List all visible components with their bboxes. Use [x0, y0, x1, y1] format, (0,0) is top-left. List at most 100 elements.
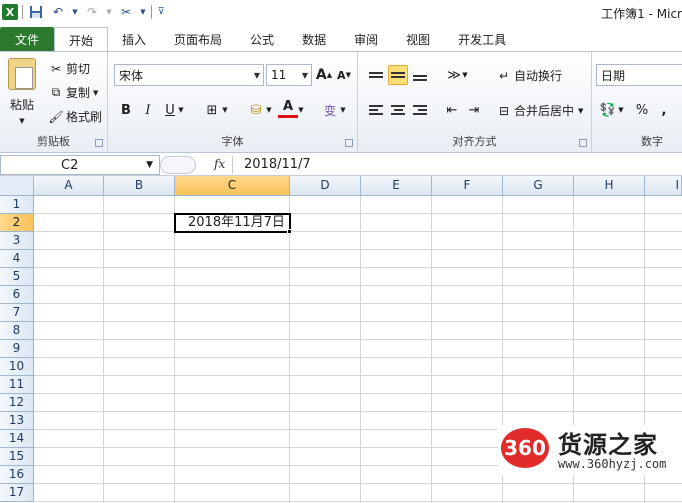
font-size-select[interactable]: 11 ▼ [266, 64, 312, 86]
orientation-dropdown-icon[interactable]: ▼ [460, 65, 470, 85]
redo-icon[interactable]: ↷ [83, 3, 101, 21]
column-header-g[interactable]: G [503, 176, 574, 196]
borders-icon[interactable]: ⊞ [202, 100, 222, 120]
number-format-value: 日期 [601, 68, 626, 83]
row-header-15[interactable]: 15 [0, 448, 34, 466]
align-right-button[interactable] [410, 100, 430, 120]
tools-dropdown-icon[interactable]: ▼ [139, 3, 147, 21]
name-box-value: C2 [61, 157, 79, 173]
row-header-11[interactable]: 11 [0, 376, 34, 394]
row-header-16[interactable]: 16 [0, 466, 34, 484]
customize-qat-icon[interactable]: ⊽ [156, 3, 166, 21]
row-header-4[interactable]: 4 [0, 250, 34, 268]
row-header-7[interactable]: 7 [0, 304, 34, 322]
tab-view[interactable]: 视图 [392, 27, 444, 51]
column-header-a[interactable]: A [34, 176, 104, 196]
row-header-9[interactable]: 9 [0, 340, 34, 358]
font-name-select[interactable]: 宋体 ▼ [114, 64, 264, 86]
tab-review[interactable]: 审阅 [340, 27, 392, 51]
column-header-e[interactable]: E [361, 176, 432, 196]
tab-page-layout[interactable]: 页面布局 [160, 27, 236, 51]
tab-developer[interactable]: 开发工具 [444, 27, 520, 51]
row-header-14[interactable]: 14 [0, 430, 34, 448]
column-header-c[interactable]: C [175, 176, 290, 196]
select-all-corner[interactable] [0, 176, 34, 196]
tab-formulas[interactable]: 公式 [236, 27, 288, 51]
font-color-dropdown-icon[interactable]: ▼ [296, 100, 306, 120]
bold-button[interactable]: B [116, 100, 136, 120]
phonetic-dropdown-icon[interactable]: ▼ [338, 100, 348, 120]
row-header-3[interactable]: 3 [0, 232, 34, 250]
tab-file[interactable]: 文件 [0, 27, 54, 51]
align-center-button[interactable] [388, 100, 408, 120]
merge-center-dropdown-icon[interactable]: ▼ [578, 107, 583, 115]
increase-indent-icon[interactable]: ⇥ [464, 100, 484, 120]
copy-button[interactable]: ⧉ 复制 ▼ [48, 84, 99, 101]
name-box[interactable]: C2 ▼ [0, 155, 160, 175]
row-header-6[interactable]: 6 [0, 286, 34, 304]
alignment-launcher-icon[interactable] [579, 139, 587, 147]
underline-dropdown-icon[interactable]: ▼ [176, 100, 186, 120]
column-header-f[interactable]: F [432, 176, 503, 196]
shrink-font-button[interactable]: A ▼ [334, 65, 354, 85]
row-header-5[interactable]: 5 [0, 268, 34, 286]
formula-bar-splitter[interactable] [160, 156, 196, 174]
paste-button[interactable]: 粘贴 ▼ [8, 58, 36, 125]
qat-separator-2 [151, 5, 152, 19]
ribbon: 粘贴 ▼ ✂ 剪切 ⧉ 复制 ▼ 🖌 格式刷 剪贴板 宋体 ▼ 11 ▼ A▲ [0, 51, 682, 153]
decrease-indent-icon[interactable]: ⇤ [442, 100, 462, 120]
row-header-2[interactable]: 2 [0, 214, 34, 232]
gridline [174, 196, 175, 503]
undo-dropdown-icon[interactable]: ▼ [71, 3, 79, 21]
tools-icon[interactable]: ✂ [117, 3, 135, 21]
column-header-h[interactable]: H [574, 176, 645, 196]
copy-icon: ⧉ [51, 85, 61, 99]
align-bottom-button[interactable] [410, 65, 430, 85]
tab-data[interactable]: 数据 [288, 27, 340, 51]
row-header-10[interactable]: 10 [0, 358, 34, 376]
watermark: 360 货源之家 www.360hyzj.com [498, 425, 682, 475]
wrap-text-button[interactable]: ↵ 自动换行 [496, 67, 562, 84]
grow-font-button[interactable]: A ▲ [314, 65, 334, 85]
clipboard-launcher-icon[interactable] [95, 139, 103, 147]
align-top-button[interactable] [366, 65, 386, 85]
tab-home[interactable]: 开始 [54, 27, 109, 52]
row-header-13[interactable]: 13 [0, 412, 34, 430]
copy-dropdown-icon[interactable]: ▼ [93, 89, 98, 97]
column-header-b[interactable]: B [104, 176, 175, 196]
clipboard-group: 粘贴 ▼ ✂ 剪切 ⧉ 复制 ▼ 🖌 格式刷 剪贴板 [0, 52, 108, 152]
align-middle-button[interactable] [388, 65, 408, 85]
fill-handle[interactable] [287, 229, 292, 234]
font-color-icon[interactable]: A [278, 98, 298, 118]
fill-color-icon[interactable]: ⛁ [246, 100, 266, 120]
format-painter-button[interactable]: 🖌 格式刷 [48, 108, 102, 125]
row-header-1[interactable]: 1 [0, 196, 34, 214]
tab-insert[interactable]: 插入 [108, 27, 160, 51]
column-header-d[interactable]: D [290, 176, 361, 196]
formula-input[interactable]: 2018/11/7 [244, 157, 311, 172]
align-left-button[interactable] [366, 100, 386, 120]
cut-button[interactable]: ✂ 剪切 [48, 60, 90, 77]
row-header-17[interactable]: 17 [0, 484, 34, 502]
paste-dropdown-icon[interactable]: ▼ [19, 117, 24, 125]
cell-c2-value: 2018年11月7日 [188, 215, 285, 230]
merge-center-button[interactable]: ⊟ 合并后居中 ▼ [496, 102, 583, 119]
row-header-12[interactable]: 12 [0, 394, 34, 412]
number-format-select[interactable]: 日期 [596, 64, 682, 86]
column-header-i[interactable]: I [645, 176, 682, 196]
comma-button[interactable]: , [654, 100, 674, 120]
italic-button[interactable]: I [138, 100, 158, 120]
accounting-dropdown-icon[interactable]: ▼ [616, 100, 626, 120]
undo-icon[interactable]: ↶ [49, 3, 67, 21]
chevron-down-icon[interactable]: ▼ [146, 160, 153, 170]
font-launcher-icon[interactable] [345, 139, 353, 147]
percent-button[interactable]: % [632, 100, 652, 120]
fill-color-dropdown-icon[interactable]: ▼ [264, 100, 274, 120]
row-header-8[interactable]: 8 [0, 322, 34, 340]
borders-dropdown-icon[interactable]: ▼ [220, 100, 230, 120]
save-icon[interactable] [27, 3, 45, 21]
accounting-format-icon[interactable]: 💱 [598, 100, 618, 120]
redo-dropdown-icon[interactable]: ▼ [105, 3, 113, 21]
insert-function-icon[interactable]: fx [214, 157, 225, 171]
phonetic-icon[interactable]: 变 [320, 100, 340, 120]
